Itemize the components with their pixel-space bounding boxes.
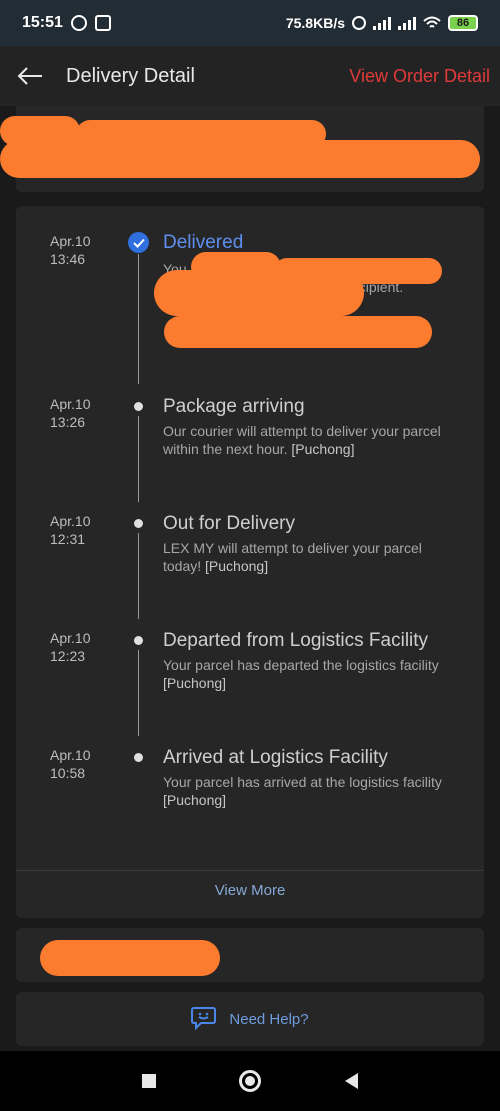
location-text: [Puchong] [163, 792, 227, 808]
timeline-connector [138, 533, 139, 619]
date-label: Apr.10 [50, 630, 91, 646]
timeline-title: Departed from Logistics Facility [163, 630, 429, 651]
back-arrow-icon[interactable] [16, 62, 44, 90]
status-right: 75.8KB/s 86 [286, 15, 478, 31]
network-speed: 75.8KB/s [285, 15, 345, 31]
timeline-connector [138, 650, 139, 736]
need-help-button[interactable]: Need Help? [16, 992, 484, 1046]
location-text: [Puchong] [291, 441, 355, 457]
tracking-timeline: Apr.10 13:46 Delivered You ecipient. Apr… [16, 206, 484, 918]
address-card [0, 106, 484, 192]
redaction-mark [154, 270, 364, 316]
signal-icon [373, 16, 391, 30]
timeline-dot [134, 753, 143, 762]
timeline-description: Our courier will attempt to deliver your… [163, 422, 453, 458]
date-label: Apr.10 [50, 396, 91, 412]
timeline-date: Apr.10 13:26 [50, 395, 120, 431]
timeline-connector [138, 416, 139, 502]
system-nav-bar [0, 1051, 500, 1111]
timeline-title: Out for Delivery [163, 513, 295, 534]
status-time: 15:51 [22, 14, 63, 31]
volte-signal-icon [398, 16, 416, 30]
description-text: LEX MY will attempt to deliver your parc… [163, 540, 422, 574]
whatsapp-icon [70, 15, 87, 31]
time-label: 13:46 [50, 251, 86, 267]
location-text: [Puchong] [163, 675, 227, 691]
back-triangle-icon[interactable] [345, 1073, 359, 1089]
timeline-title: Package arriving [163, 396, 305, 417]
timeline-description: Your parcel has arrived at the logistics… [163, 773, 453, 809]
timeline-dot [134, 519, 143, 528]
view-more-button[interactable]: View More [16, 882, 484, 899]
timeline-description: LEX MY will attempt to deliver your parc… [163, 539, 453, 575]
battery-icon: 86 [448, 15, 478, 31]
status-left: 15:51 [22, 14, 111, 32]
timeline-date: Apr.10 10:58 [50, 746, 120, 782]
timeline-date: Apr.10 13:46 [50, 232, 120, 268]
chat-help-icon [191, 1007, 217, 1031]
timeline-date: Apr.10 12:23 [50, 629, 120, 665]
check-circle-icon [128, 232, 149, 253]
time-label: 10:58 [50, 765, 86, 781]
date-label: Apr.10 [50, 233, 91, 249]
wifi-icon [423, 16, 441, 28]
redaction-mark [40, 940, 220, 976]
description-text: Your parcel has departed the logistics f… [163, 657, 439, 673]
redaction-mark [164, 316, 432, 348]
date-label: Apr.10 [50, 513, 91, 529]
description-text: Your parcel has arrived at the logistics… [163, 774, 442, 790]
timeline-dot [134, 402, 143, 411]
divider [16, 870, 484, 871]
view-order-detail-link[interactable]: View Order Detail [349, 66, 490, 87]
location-text: [Puchong] [205, 558, 269, 574]
timeline-dot [134, 636, 143, 645]
time-label: 13:26 [50, 414, 86, 430]
app-header: Delivery Detail View Order Detail [0, 46, 500, 106]
timeline-description: Your parcel has departed the logistics f… [163, 656, 453, 692]
timeline-connector [138, 254, 139, 384]
order-number-card [16, 928, 484, 982]
home-icon[interactable] [239, 1070, 262, 1092]
timeline-title: Delivered [163, 232, 244, 253]
redaction-mark [0, 140, 480, 178]
time-label: 12:31 [50, 531, 86, 547]
need-help-label: Need Help? [229, 1010, 309, 1028]
page-title: Delivery Detail [66, 64, 195, 87]
time-label: 12:23 [50, 648, 86, 664]
date-label: Apr.10 [50, 747, 91, 763]
timeline-date: Apr.10 12:31 [50, 512, 120, 548]
shopping-bag-icon [94, 15, 111, 31]
alarm-icon [352, 16, 366, 30]
status-bar: 15:51 75.8KB/s 86 [0, 0, 500, 46]
timeline-title: Arrived at Logistics Facility [163, 747, 388, 768]
recents-icon[interactable] [141, 1074, 156, 1088]
